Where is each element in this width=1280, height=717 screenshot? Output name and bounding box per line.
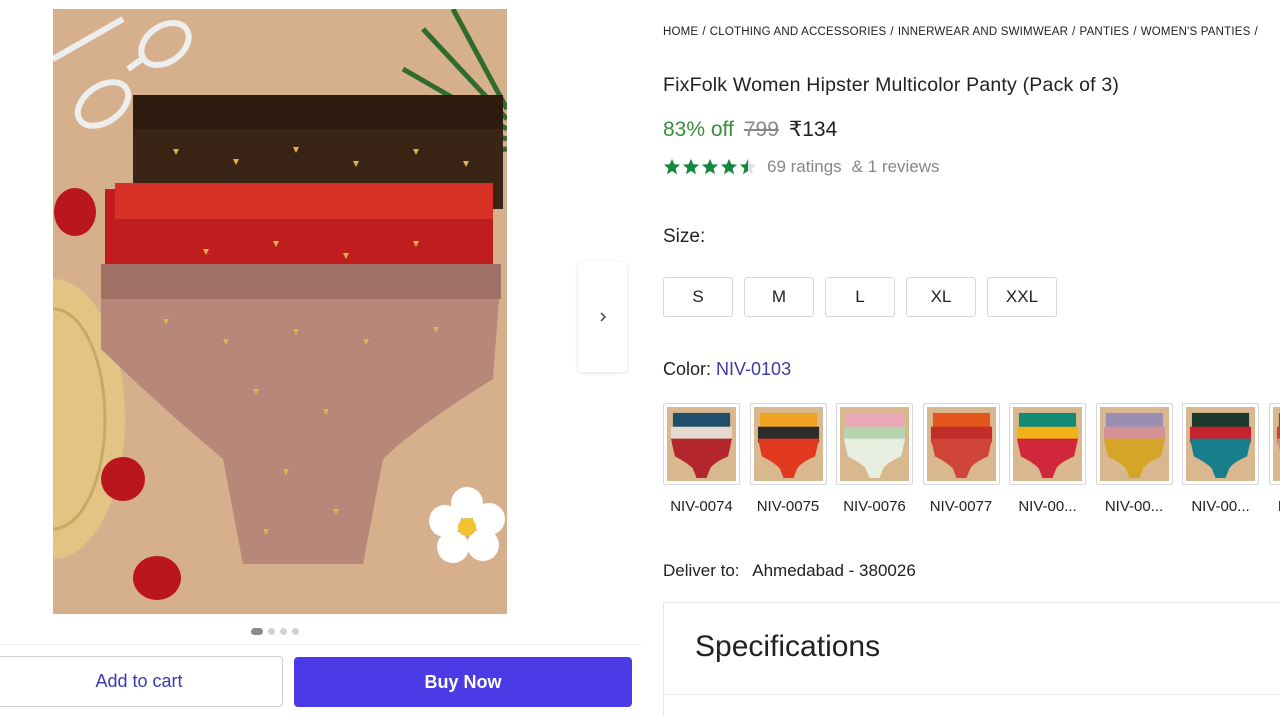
specifications-section: Specifications: [663, 602, 1280, 717]
star-full-icon: [663, 158, 681, 175]
color-variant-label: NIV-00...: [1191, 498, 1250, 515]
size-option-s[interactable]: S: [663, 277, 733, 317]
product-title: FixFolk Women Hipster Multicolor Panty (…: [663, 74, 1120, 96]
breadcrumb-clothing[interactable]: CLOTHING AND ACCESSORIES: [710, 26, 887, 38]
product-photo: [53, 9, 507, 614]
specifications-title: Specifications: [695, 630, 881, 663]
breadcrumb-separator: /: [1133, 26, 1137, 38]
color-variant-thumbnail: [1095, 403, 1173, 485]
star-full-icon: [682, 158, 700, 175]
carousel-dot[interactable]: [292, 628, 299, 635]
star-full-icon: [701, 158, 719, 175]
carousel-indicators: [251, 628, 299, 635]
product-image: [53, 9, 507, 614]
chevron-right-icon: [599, 312, 606, 322]
color-label: Color:: [663, 359, 712, 379]
color-selection: Color: NIV-0103: [663, 359, 791, 380]
delivery-pincode: Ahmedabad - 380026: [752, 561, 916, 580]
color-variant-swatch[interactable]: NIV-0077: [922, 403, 1000, 515]
star-full-icon: [720, 158, 738, 175]
color-variant-label: NIV-0077: [929, 498, 993, 515]
price-row: 83% off 799 ₹134: [663, 117, 837, 142]
carousel-next-button[interactable]: [578, 262, 627, 372]
size-option-l[interactable]: L: [825, 277, 895, 317]
carousel-dot[interactable]: [280, 628, 287, 635]
purchase-actions: Add to cart Buy Now: [0, 644, 642, 717]
star-rating: [663, 158, 757, 176]
color-variant-thumbnail: [663, 403, 740, 485]
color-variant-thumbnail: [1268, 403, 1280, 485]
ratings-count: 69 ratings: [767, 157, 842, 176]
color-variants: NIV-0074 NIV-0075 NIV-0076 NIV-0077 NIV-00..…: [663, 403, 1280, 518]
color-variant-thumbnail: [749, 403, 827, 485]
color-variant-label: NIV-0075: [756, 498, 820, 515]
breadcrumb-home[interactable]: HOME: [663, 26, 698, 38]
star-half-icon: [739, 158, 757, 175]
color-variant-swatch[interactable]: NIV-0075: [749, 403, 827, 515]
breadcrumb: HOME / CLOTHING AND ACCESSORIES / INNERWEAR …: [663, 26, 1280, 38]
carousel-dot[interactable]: [268, 628, 275, 635]
color-variant-thumbnail: [836, 403, 913, 485]
selected-color: NIV-0103: [716, 359, 792, 379]
reviews-count: & 1 reviews: [851, 157, 940, 176]
size-option-xl[interactable]: XL: [906, 277, 976, 317]
color-variant-swatch[interactable]: NIV-0074: [663, 403, 740, 515]
color-variant-thumbnail: [1182, 403, 1259, 485]
divider: [664, 694, 1280, 695]
rating-summary[interactable]: 69 ratings & 1 reviews: [663, 157, 940, 177]
color-variant-label: NIV-00...: [1104, 498, 1164, 515]
color-variant-swatch[interactable]: NIV-00...: [1182, 403, 1259, 515]
breadcrumb-separator: /: [1254, 26, 1258, 38]
breadcrumb-panties[interactable]: PANTIES: [1080, 26, 1130, 38]
original-price: 799: [743, 118, 779, 141]
deliver-label: Deliver to:: [663, 561, 740, 580]
selling-price: ₹134: [788, 118, 838, 141]
color-variant-swatch[interactable]: NIV-00...: [1095, 403, 1173, 515]
color-variant-label: NIV-01...: [1269, 498, 1280, 515]
breadcrumb-womens-panties[interactable]: WOMEN'S PANTIES: [1141, 26, 1251, 38]
color-variant-swatch[interactable]: NIV-01...: [1268, 403, 1280, 515]
color-variant-label: NIV-0076: [843, 498, 906, 515]
color-variant-thumbnail: [922, 403, 1000, 485]
buy-now-button[interactable]: Buy Now: [294, 657, 632, 707]
breadcrumb-separator: /: [890, 26, 894, 38]
size-option-m[interactable]: M: [744, 277, 814, 317]
color-variant-swatch[interactable]: NIV-00...: [1009, 403, 1086, 515]
breadcrumb-separator: /: [1072, 26, 1076, 38]
breadcrumb-separator: /: [702, 26, 706, 38]
add-to-cart-button[interactable]: Add to cart: [0, 656, 283, 707]
size-option-xxl[interactable]: XXL: [987, 277, 1057, 317]
discount-percent: 83% off: [663, 118, 734, 141]
size-label: Size:: [663, 226, 706, 247]
color-variant-label: NIV-00...: [1018, 498, 1077, 515]
color-variant-swatch[interactable]: NIV-0076: [836, 403, 913, 515]
size-options: S M L XL XXL: [663, 277, 1057, 317]
color-variant-label: NIV-0074: [670, 498, 733, 515]
carousel-dot[interactable]: [251, 628, 263, 635]
delivery-location[interactable]: Deliver to: Ahmedabad - 380026: [663, 561, 916, 581]
color-variant-thumbnail: [1009, 403, 1086, 485]
breadcrumb-innerwear[interactable]: INNERWEAR AND SWIMWEAR: [898, 26, 1068, 38]
